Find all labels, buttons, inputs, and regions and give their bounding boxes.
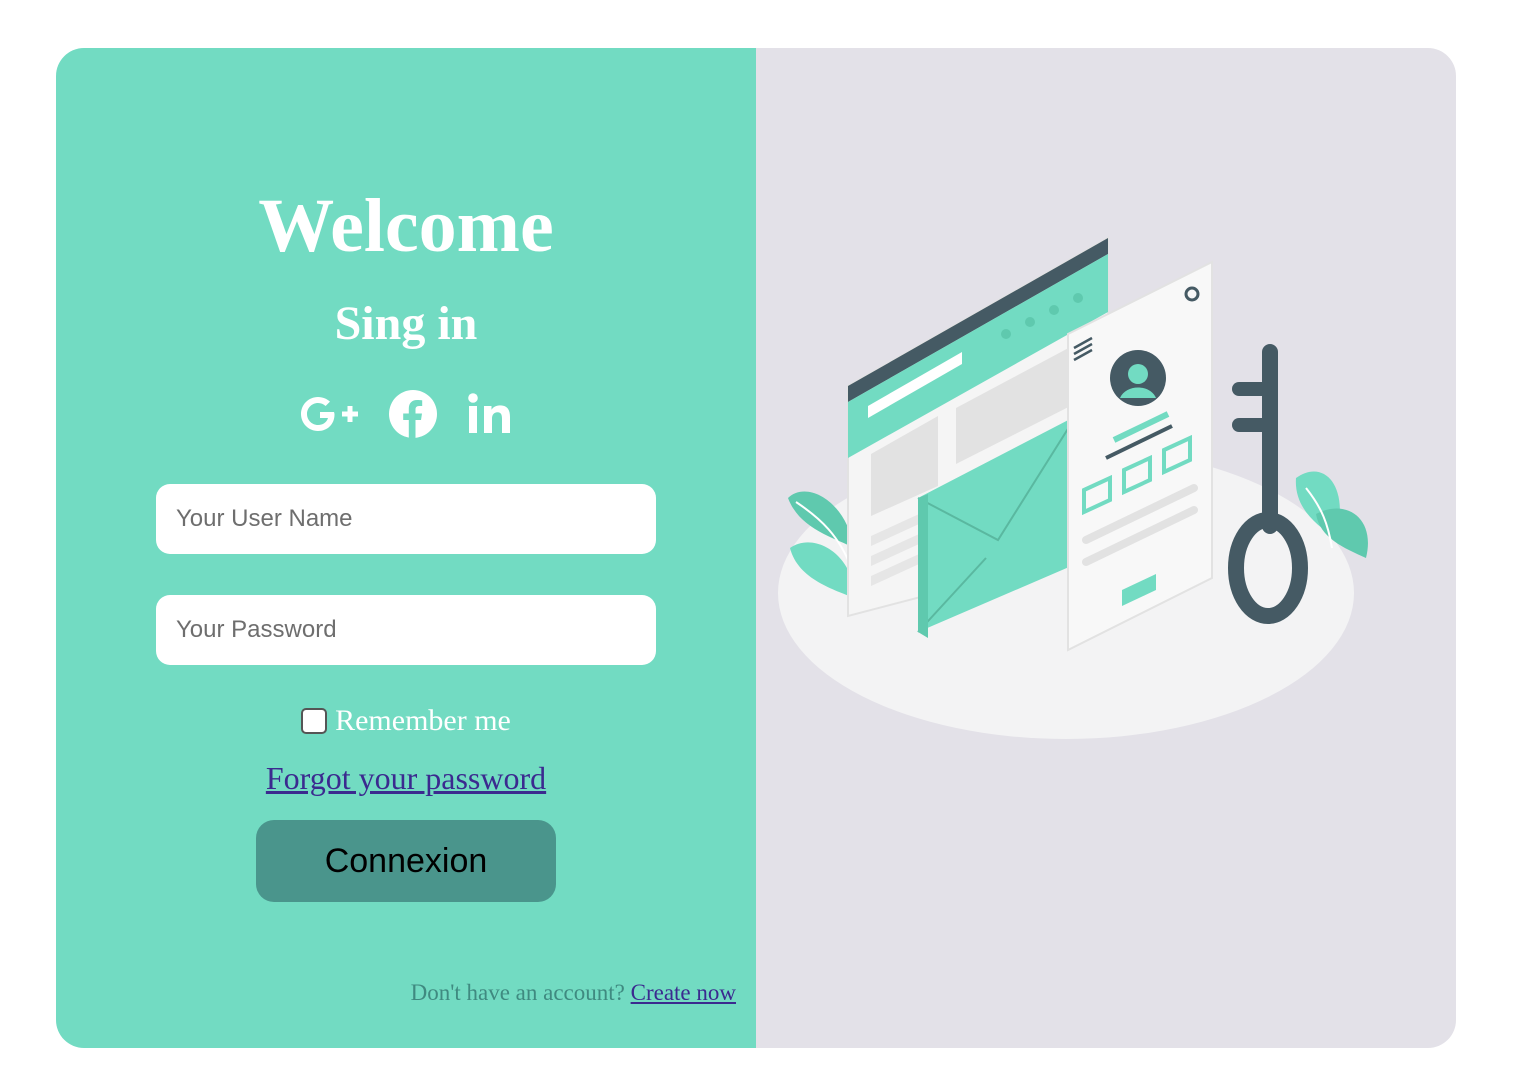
remember-me-row: Remember me [56,704,756,738]
login-panel: Welcome Sing in Your User Name Remember … [56,48,756,1048]
facebook-icon[interactable] [388,389,438,439]
remember-me-label: Remember me [335,704,511,737]
signup-prompt-text: Don't have an account? [410,980,625,1005]
linkedin-icon[interactable] [466,392,516,436]
google-plus-icon[interactable] [296,392,360,436]
password-input[interactable] [156,595,656,665]
login-card: Welcome Sing in Your User Name Remember … [56,48,1456,1048]
create-account-link[interactable]: Create now [631,980,736,1005]
illustration-panel [756,48,1456,1048]
forgot-password-row: Forgot your password [56,760,756,797]
connexion-button[interactable]: Connexion [256,820,556,902]
login-illustration [778,236,1368,739]
signup-prompt: Don't have an account? Create now [411,980,736,1006]
forgot-password-link[interactable]: Forgot your password [266,760,546,796]
social-login-row [56,386,756,442]
username-input[interactable] [156,484,656,554]
sign-in-heading: Sing in [334,297,478,350]
page-title: Welcome [258,184,554,268]
remember-me-checkbox[interactable] [301,708,328,734]
